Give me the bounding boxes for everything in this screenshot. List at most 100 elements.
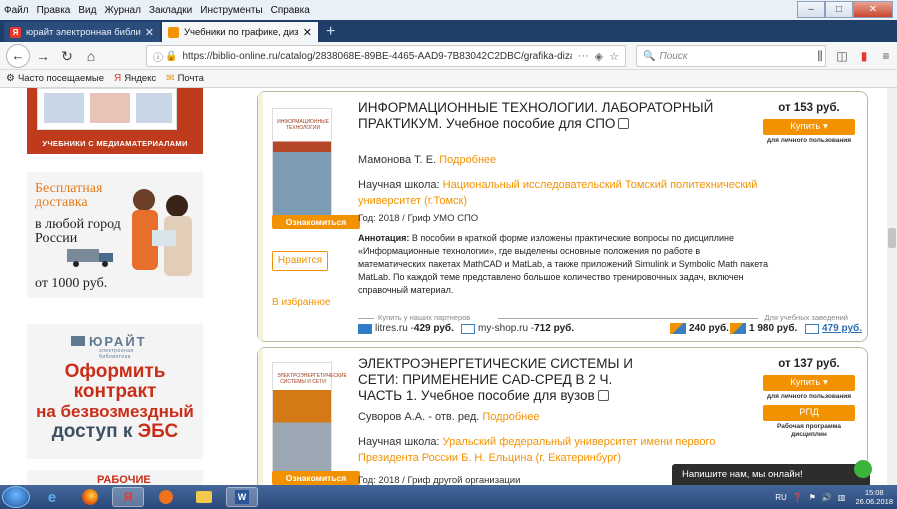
buy-button[interactable]: Купить ▾ <box>763 119 855 135</box>
author-text: Мамонова Т. Е. <box>358 154 437 166</box>
rpd-button[interactable]: РПД <box>763 405 855 421</box>
pocket-icon[interactable]: ◈ <box>595 50 603 63</box>
annotation-text: В пособии в краткой форме изложены практ… <box>358 233 768 295</box>
more-link[interactable]: Подробнее <box>482 411 539 423</box>
folder-icon[interactable] <box>188 487 220 507</box>
partner-myshop[interactable]: my-shop.ru - 712 руб. <box>461 323 574 334</box>
sidebar-icon[interactable]: ◫ <box>831 45 853 67</box>
institution-offer-3[interactable]: 479 руб. <box>805 323 862 334</box>
flag-icon[interactable]: ⚑ <box>809 493 816 502</box>
more-link[interactable]: Подробнее <box>439 154 496 166</box>
institution-offer-2[interactable]: 1 980 руб. <box>730 323 797 334</box>
book-school: Научная школа: Уральский федеральный уни… <box>358 434 748 466</box>
work-programs-banner[interactable]: РАБОЧИЕ <box>27 470 203 485</box>
forward-button[interactable]: → <box>32 45 54 67</box>
firefox-icon[interactable] <box>74 487 106 507</box>
menu-file[interactable]: Файл <box>4 5 29 16</box>
price-value: от 137 руб. <box>778 358 840 370</box>
mail-icon: ✉ <box>166 73 175 84</box>
yandex-icon[interactable]: Я <box>112 487 144 507</box>
buy-button[interactable]: Купить ▾ <box>763 375 855 391</box>
help-icon[interactable]: ❓ <box>793 493 803 502</box>
menu-help[interactable]: Справка <box>271 5 310 16</box>
menu-tools[interactable]: Инструменты <box>200 5 262 16</box>
chat-label: Напишите нам, мы онлайн! <box>682 469 803 480</box>
tab-biblio-online[interactable]: Учебники по графике, дизайну ✕ <box>162 22 318 42</box>
clock[interactable]: 15:08 26.06.2018 <box>855 488 893 506</box>
bookmark-yandex[interactable]: Я Яндекс <box>114 73 156 84</box>
book-title-text: ИНФОРМАЦИОННЫЕ ТЕХНОЛОГИИ. ЛАБОРАТОРНЫЙ … <box>358 100 714 131</box>
banner-line-1: Оформить <box>64 361 166 382</box>
institution-offer-1[interactable]: 240 руб. <box>670 323 729 334</box>
menu-bookmarks[interactable]: Закладки <box>149 5 192 16</box>
bookmark-most-visited[interactable]: ⚙ Часто посещаемые <box>6 73 104 84</box>
page-viewport: УЧЕБНИКИ С МЕДИАМАТЕРИАЛАМИ Бесплатная д… <box>0 88 887 485</box>
buy-note: для личного пользования <box>766 137 852 144</box>
home-icon[interactable]: ⌂ <box>80 45 102 67</box>
banner-price: от 1000 руб. <box>35 276 108 291</box>
annotation-label: Аннотация: <box>358 233 410 243</box>
menu-edit[interactable]: Правка <box>37 5 71 16</box>
book-cover-image[interactable]: ИНФОРМАЦИОННЫЕ ТЕХНОЛОГИИ <box>272 108 332 218</box>
minimize-button[interactable]: – <box>797 1 825 18</box>
external-link-icon[interactable] <box>618 118 630 129</box>
network-icon[interactable]: ▥ <box>838 493 846 502</box>
new-tab-icon[interactable]: + <box>326 22 335 42</box>
scrollbar-thumb[interactable] <box>888 228 896 248</box>
back-button[interactable]: ← <box>6 43 30 68</box>
bookmark-mail[interactable]: ✉ Почта <box>166 73 204 84</box>
bookmark-star-icon[interactable]: ☆ <box>609 50 619 63</box>
banner-line-4: доступ к ЭБС <box>27 422 203 442</box>
free-delivery-banner[interactable]: Бесплатная доставка в любой город России… <box>27 172 203 298</box>
tab-yandex-search[interactable]: Я юрайт электронная библиотека ✕ <box>4 22 160 42</box>
bookmark-label: Почта <box>177 73 204 84</box>
volume-icon[interactable]: 🔊 <box>822 493 832 502</box>
card-accent <box>258 348 263 485</box>
preview-button[interactable]: Ознакомиться <box>272 471 360 485</box>
language-indicator[interactable]: RU <box>775 493 787 502</box>
extension-icon[interactable]: ▮ <box>853 45 875 67</box>
preview-button[interactable]: Ознакомиться <box>272 215 360 229</box>
start-button[interactable] <box>2 486 30 508</box>
word-icon[interactable]: W <box>226 487 258 507</box>
partner-name: my-shop.ru - <box>478 323 535 334</box>
close-tab-icon[interactable]: ✕ <box>145 26 154 39</box>
chat-widget[interactable]: Напишите нам, мы онлайн! <box>672 460 872 485</box>
price-value: от 153 руб. <box>778 102 840 114</box>
menu-view[interactable]: Вид <box>78 5 96 16</box>
book-title[interactable]: ИНФОРМАЦИОННЫЕ ТЕХНОЛОГИИ. ЛАБОРАТОРНЫЙ … <box>358 100 718 132</box>
tab-title: юрайт электронная библиотека <box>26 26 141 38</box>
book-title[interactable]: ЭЛЕКТРОЭНЕРГЕТИЧЕСКИЕ СИСТЕМЫ И СЕТИ: ПР… <box>358 356 658 404</box>
menu-icon[interactable]: ≡ <box>875 45 897 67</box>
cover-title: ИНФОРМАЦИОННЫЕ ТЕХНОЛОГИИ <box>277 119 329 131</box>
external-link-icon[interactable] <box>597 390 609 401</box>
biblio-icon <box>168 26 179 38</box>
reload-icon[interactable]: ↻ <box>56 45 78 67</box>
vertical-scrollbar[interactable] <box>887 88 897 485</box>
media-textbooks-banner[interactable]: УЧЕБНИКИ С МЕДИАМАТЕРИАЛАМИ <box>27 88 203 154</box>
search-input[interactable]: 🔍 Поиск <box>636 45 826 67</box>
add-to-favorites-link[interactable]: В избранное <box>272 297 331 308</box>
book-year: Год: 2018 / Гриф другой организации <box>358 475 521 485</box>
menu-history[interactable]: Журнал <box>104 5 141 16</box>
ie-icon[interactable]: e <box>36 487 68 507</box>
logo-flag-icon <box>71 336 85 346</box>
like-button[interactable]: Нравится <box>272 251 328 271</box>
book-annotation: Аннотация: В пособии в краткой форме изл… <box>358 232 768 297</box>
media-player-icon[interactable] <box>150 487 182 507</box>
book-cover-image[interactable]: ЭЛЕКТРОЭНЕРГЕТИЧЕСКИЕ СИСТЕМЫ И СЕТИ <box>272 362 347 472</box>
info-icon[interactable]: ⓘ <box>153 49 163 64</box>
rpd-note: Рабочая программа дисциплин <box>777 423 841 438</box>
maximize-button[interactable]: □ <box>825 1 853 18</box>
address-bar[interactable]: ⓘ 🔒 https://biblio-online.ru/catalog/283… <box>146 45 626 67</box>
close-tab-icon[interactable]: ✕ <box>303 26 312 39</box>
ebs-contract-banner[interactable]: ЮРАЙТ электронная библиотека Оформить ко… <box>27 324 203 459</box>
offer-price: 240 руб. <box>689 323 729 334</box>
page-actions-icon[interactable]: ··· <box>578 50 589 62</box>
card-accent <box>258 92 263 341</box>
partner-litres[interactable]: litres.ru - 429 руб. <box>358 323 454 334</box>
close-window-button[interactable]: ✕ <box>853 1 893 18</box>
ebook-icon <box>730 323 746 334</box>
library-icon[interactable]: ⫼ <box>809 45 831 67</box>
system-tray: RU ❓ ⚑ 🔊 ▥ 15:08 26.06.2018 <box>769 485 893 509</box>
